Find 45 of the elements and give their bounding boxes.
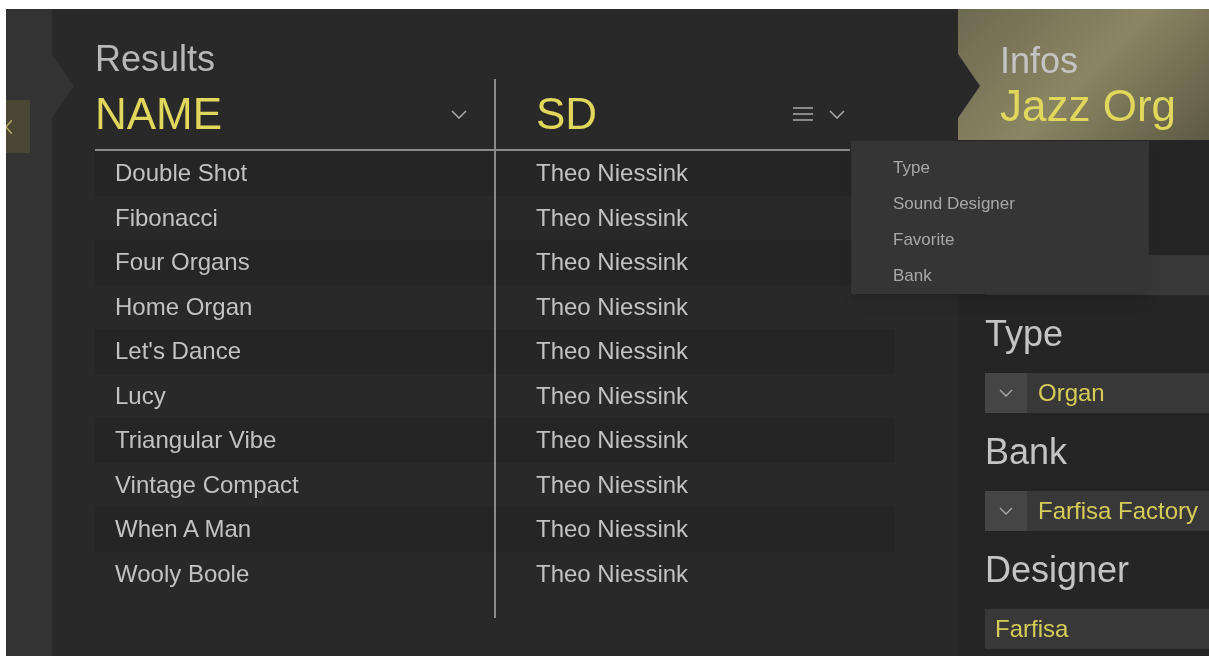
menu-item[interactable]: Bank bbox=[893, 258, 932, 294]
preset-name-cell-text: Triangular Vibe bbox=[115, 425, 277, 456]
designer-cell-text: Theo Niessink bbox=[536, 469, 689, 500]
designer-cell-text: Theo Niessink bbox=[536, 558, 689, 589]
field-label: Type bbox=[985, 312, 1064, 356]
chevron-down-icon[interactable] bbox=[829, 109, 845, 119]
preset-name-cell-text: When A Man bbox=[115, 514, 252, 545]
preset-name: Jazz Org bbox=[1000, 81, 1177, 131]
menu-item[interactable]: Type bbox=[893, 150, 930, 186]
designer-cell-text: Theo Niessink bbox=[536, 380, 689, 411]
designer-cell-text: Theo Niessink bbox=[536, 158, 689, 189]
preset-name-cell-text: Lucy bbox=[115, 380, 166, 411]
chevron-down-icon bbox=[999, 389, 1013, 397]
input-field[interactable]: Farfisa bbox=[985, 609, 1209, 649]
infos-title: Infos bbox=[1000, 41, 1079, 81]
chevron-left-icon bbox=[6, 119, 12, 134]
designer-cell-text: Theo Niessink bbox=[536, 291, 689, 322]
preset-name-cell-text: Wooly Boole bbox=[115, 558, 250, 589]
preset-name-cell-text: Four Organs bbox=[115, 247, 250, 278]
designer-cell-text: Theo Niessink bbox=[536, 247, 689, 278]
menu-item[interactable]: Sound Designer bbox=[893, 186, 1015, 222]
designer-cell-text: Theo Niessink bbox=[536, 425, 689, 456]
result-row[interactable]: Triangular Vibe Theo Niessink bbox=[95, 418, 895, 463]
field-label: Designer bbox=[985, 548, 1130, 592]
chevron-down-icon[interactable] bbox=[451, 109, 467, 119]
menu-icon[interactable] bbox=[793, 107, 813, 121]
results-title: Results bbox=[95, 39, 217, 79]
field-label: Bank bbox=[985, 430, 1068, 474]
panel-pointer-icon bbox=[958, 54, 980, 118]
designer-cell-text: Theo Niessink bbox=[536, 336, 689, 367]
preset-name-cell-text: Let's Dance bbox=[115, 336, 241, 367]
preset-name-cell-text: Double Shot bbox=[115, 158, 248, 189]
dropdown[interactable]: Organ bbox=[985, 373, 1209, 413]
preset-name-cell-text: Home Organ bbox=[115, 291, 253, 322]
chevron-down-icon bbox=[999, 507, 1013, 515]
designer-cell-text: Theo Niessink bbox=[536, 202, 689, 233]
menu-item[interactable]: Favorite bbox=[893, 222, 955, 258]
dropdown[interactable]: Farfisa Factory bbox=[985, 491, 1209, 531]
column-header[interactable]: NAME bbox=[95, 89, 223, 139]
designer-cell-text: Theo Niessink bbox=[536, 514, 689, 545]
result-row[interactable]: Let's Dance Theo Niessink bbox=[95, 329, 895, 374]
column-header[interactable]: SD bbox=[536, 89, 598, 139]
preset-name-cell-text: Fibonacci bbox=[115, 202, 218, 233]
preset-name-cell-text: Vintage Compact bbox=[115, 469, 299, 500]
result-row[interactable]: When A Man Theo Niessink bbox=[95, 507, 895, 552]
